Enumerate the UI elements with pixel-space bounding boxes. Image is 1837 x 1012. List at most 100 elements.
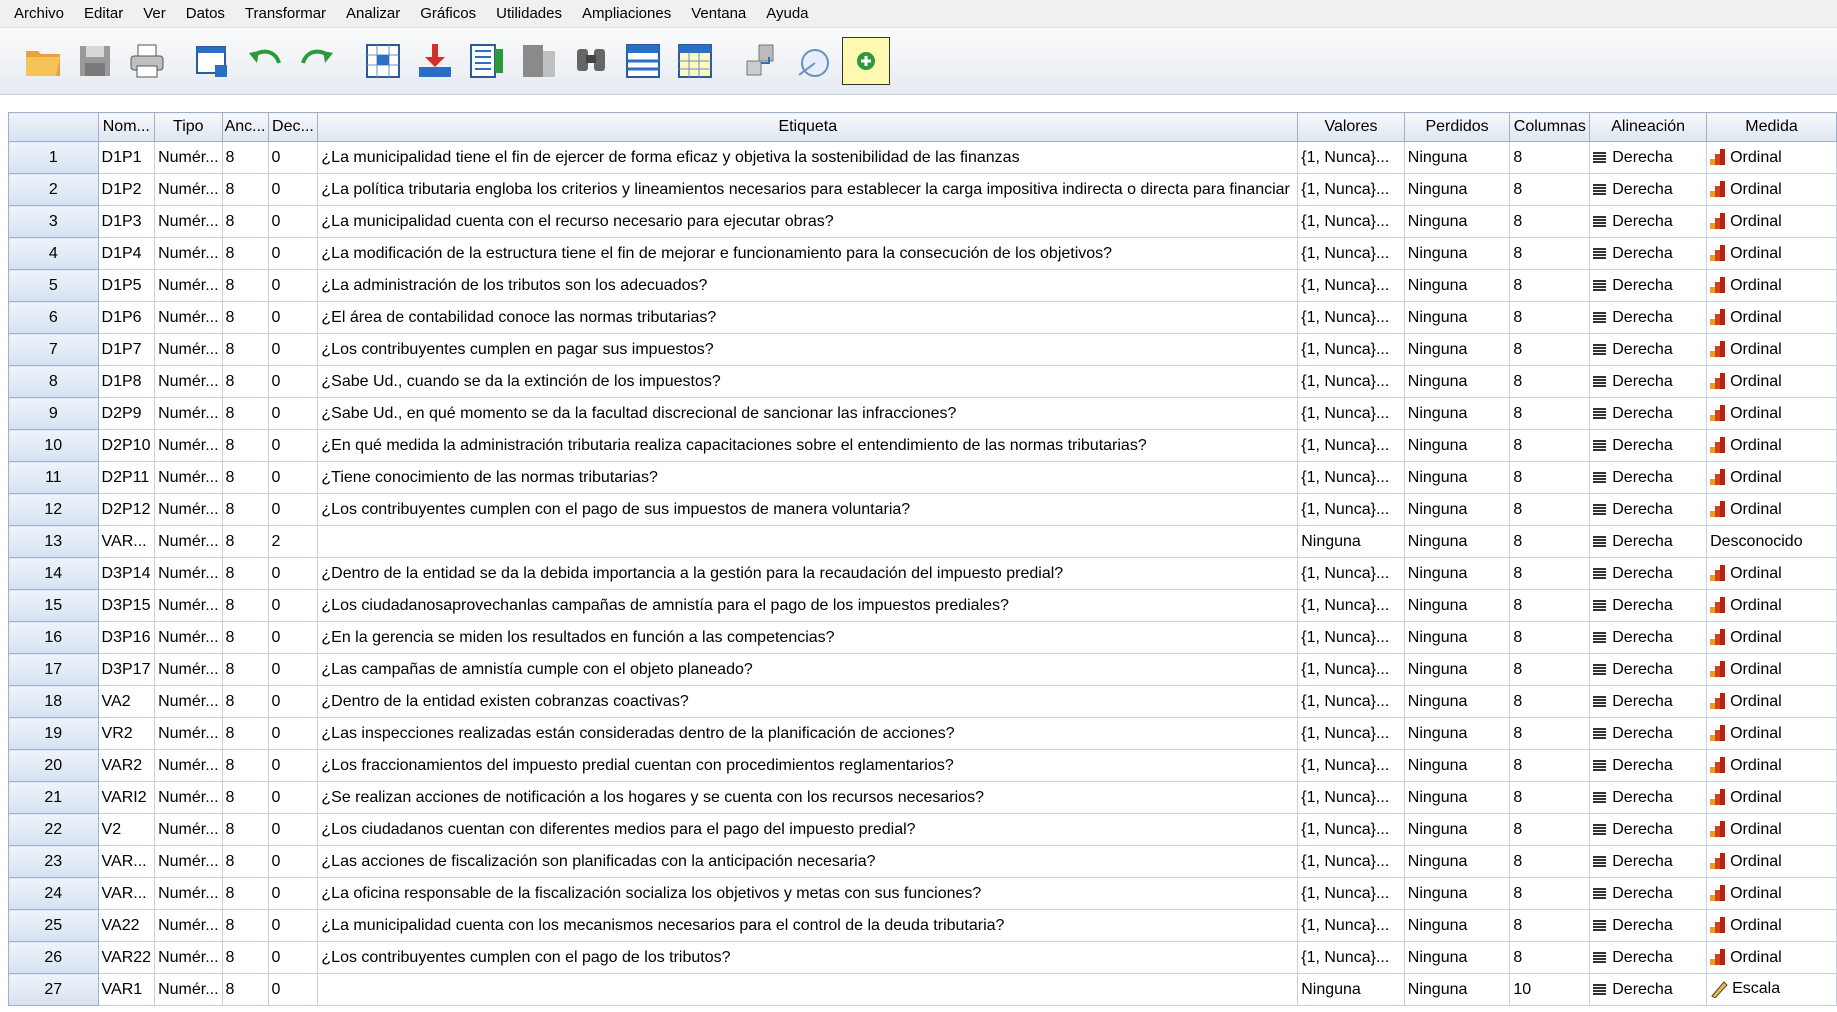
cell-missing[interactable]: Ninguna bbox=[1403, 525, 1511, 558]
split-file-icon[interactable] bbox=[738, 38, 784, 84]
cell-missing[interactable]: Ninguna bbox=[1403, 557, 1511, 590]
cell-name[interactable]: D3P17 bbox=[97, 653, 156, 686]
cell-missing[interactable]: Ninguna bbox=[1403, 205, 1511, 238]
cell-missing[interactable]: Ninguna bbox=[1403, 877, 1511, 910]
cell-name[interactable]: D1P1 bbox=[97, 141, 156, 174]
cell-values[interactable]: {1, Nunca}... bbox=[1297, 813, 1405, 846]
table-row[interactable]: 17 D3P17 Numér... 8 0 ¿Las campañas de amnist… bbox=[8, 653, 1837, 686]
cell-values[interactable]: {1, Nunca}... bbox=[1297, 173, 1405, 206]
column-header-1[interactable]: Nom... bbox=[97, 112, 156, 142]
cell-width[interactable]: 8 bbox=[221, 461, 269, 494]
cell-name[interactable]: VAR22 bbox=[97, 941, 156, 974]
cell-missing[interactable]: Ninguna bbox=[1403, 269, 1511, 302]
menu-ventana[interactable]: Ventana bbox=[681, 5, 756, 22]
menu-graficos[interactable]: Gráficos bbox=[410, 5, 486, 22]
cell-type[interactable]: Numér... bbox=[154, 397, 223, 430]
cell-values[interactable]: {1, Nunca}... bbox=[1297, 237, 1405, 270]
cell-missing[interactable]: Ninguna bbox=[1403, 237, 1511, 270]
cell-type[interactable]: Numér... bbox=[154, 653, 223, 686]
menu-datos[interactable]: Datos bbox=[176, 5, 235, 22]
cell-cols[interactable]: 8 bbox=[1509, 781, 1591, 814]
cell-missing[interactable]: Ninguna bbox=[1403, 493, 1511, 526]
row-number[interactable]: 4 bbox=[8, 237, 99, 270]
cell-measure[interactable]: Ordinal bbox=[1706, 685, 1837, 718]
cell-align[interactable]: Derecha bbox=[1589, 557, 1708, 590]
cell-type[interactable]: Numér... bbox=[154, 941, 223, 974]
cell-missing[interactable]: Ninguna bbox=[1403, 397, 1511, 430]
cell-align[interactable]: Derecha bbox=[1589, 685, 1708, 718]
cell-align[interactable]: Derecha bbox=[1589, 621, 1708, 654]
cell-align[interactable]: Derecha bbox=[1589, 365, 1708, 398]
cell-name[interactable]: D1P2 bbox=[97, 173, 156, 206]
cell-name[interactable]: D1P7 bbox=[97, 333, 156, 366]
cell-width[interactable]: 8 bbox=[221, 269, 269, 302]
cell-align[interactable]: Derecha bbox=[1589, 653, 1708, 686]
row-number[interactable]: 22 bbox=[8, 813, 99, 846]
goto-variable-icon[interactable] bbox=[412, 38, 458, 84]
cell-label[interactable]: ¿El área de contabilidad conoce las norm… bbox=[317, 301, 1299, 334]
table-row[interactable]: 10 D2P10 Numér... 8 0 ¿En qué medida la admin… bbox=[8, 429, 1837, 462]
row-number[interactable]: 3 bbox=[8, 205, 99, 238]
cell-values[interactable]: {1, Nunca}... bbox=[1297, 365, 1405, 398]
cell-measure[interactable]: Ordinal bbox=[1706, 717, 1837, 750]
cell-cols[interactable]: 8 bbox=[1509, 205, 1591, 238]
cell-measure[interactable]: Ordinal bbox=[1706, 141, 1837, 174]
table-row[interactable]: 3 D1P3 Numér... 8 0 ¿La municipalidad cuenta … bbox=[8, 205, 1837, 238]
cell-values[interactable]: {1, Nunca}... bbox=[1297, 877, 1405, 910]
undo-icon[interactable] bbox=[242, 38, 288, 84]
cell-values[interactable]: {1, Nunca}... bbox=[1297, 845, 1405, 878]
cell-align[interactable]: Derecha bbox=[1589, 269, 1708, 302]
cell-dec[interactable]: 0 bbox=[267, 429, 319, 462]
cell-cols[interactable]: 8 bbox=[1509, 269, 1591, 302]
table-row[interactable]: 27 VAR1 Numér... 8 0 Ninguna Ninguna 10 Derecha E… bbox=[8, 973, 1837, 1006]
cell-missing[interactable]: Ninguna bbox=[1403, 333, 1511, 366]
cell-align[interactable]: Derecha bbox=[1589, 429, 1708, 462]
cell-missing[interactable]: Ninguna bbox=[1403, 749, 1511, 782]
cell-width[interactable]: 8 bbox=[221, 877, 269, 910]
cell-values[interactable]: {1, Nunca}... bbox=[1297, 685, 1405, 718]
cell-cols[interactable]: 10 bbox=[1509, 973, 1591, 1006]
cell-type[interactable]: Numér... bbox=[154, 269, 223, 302]
column-header-0[interactable] bbox=[8, 112, 99, 142]
table-row[interactable]: 18 VA2 Numér... 8 0 ¿Dentro de la entidad exi… bbox=[8, 685, 1837, 718]
cell-cols[interactable]: 8 bbox=[1509, 429, 1591, 462]
column-header-9[interactable]: Alineación bbox=[1589, 112, 1708, 142]
cell-label[interactable]: ¿La municipalidad cuenta con el recurso … bbox=[317, 205, 1299, 238]
cell-name[interactable]: VAR1 bbox=[97, 973, 156, 1006]
cell-name[interactable]: D2P10 bbox=[97, 429, 156, 462]
table-row[interactable]: 13 VAR... Numér... 8 2 Ninguna Ninguna 8 Derecha… bbox=[8, 525, 1837, 558]
cell-dec[interactable]: 0 bbox=[267, 973, 319, 1006]
table-row[interactable]: 24 VAR... Numér... 8 0 ¿La oficina responsabl… bbox=[8, 877, 1837, 910]
cell-cols[interactable]: 8 bbox=[1509, 685, 1591, 718]
cell-align[interactable]: Derecha bbox=[1589, 493, 1708, 526]
row-number[interactable]: 19 bbox=[8, 717, 99, 750]
cell-type[interactable]: Numér... bbox=[154, 493, 223, 526]
print-icon[interactable] bbox=[124, 38, 170, 84]
cell-measure[interactable]: Ordinal bbox=[1706, 557, 1837, 590]
cell-label[interactable]: ¿Las inspecciones realizadas están consi… bbox=[317, 717, 1299, 750]
cell-cols[interactable]: 8 bbox=[1509, 845, 1591, 878]
cell-values[interactable]: {1, Nunca}... bbox=[1297, 749, 1405, 782]
row-number[interactable]: 2 bbox=[8, 173, 99, 206]
cell-type[interactable]: Numér... bbox=[154, 685, 223, 718]
cell-cols[interactable]: 8 bbox=[1509, 301, 1591, 334]
cell-missing[interactable]: Ninguna bbox=[1403, 589, 1511, 622]
cell-cols[interactable]: 8 bbox=[1509, 749, 1591, 782]
cell-label[interactable]: ¿Los ciudadanosaprovechanlas campañas de… bbox=[317, 589, 1299, 622]
cell-missing[interactable]: Ninguna bbox=[1403, 621, 1511, 654]
cell-measure[interactable]: Ordinal bbox=[1706, 941, 1837, 974]
cell-type[interactable]: Numér... bbox=[154, 365, 223, 398]
cell-measure[interactable]: Ordinal bbox=[1706, 461, 1837, 494]
row-number[interactable]: 25 bbox=[8, 909, 99, 942]
column-header-8[interactable]: Columnas bbox=[1509, 112, 1591, 142]
cell-align[interactable]: Derecha bbox=[1589, 877, 1708, 910]
cell-cols[interactable]: 8 bbox=[1509, 653, 1591, 686]
cell-width[interactable]: 8 bbox=[221, 653, 269, 686]
cell-dec[interactable]: 0 bbox=[267, 557, 319, 590]
cell-measure[interactable]: Ordinal bbox=[1706, 781, 1837, 814]
cell-dec[interactable]: 0 bbox=[267, 685, 319, 718]
cell-dec[interactable]: 2 bbox=[267, 525, 319, 558]
row-number[interactable]: 14 bbox=[8, 557, 99, 590]
cell-measure[interactable]: Escala bbox=[1706, 973, 1837, 1006]
row-number[interactable]: 13 bbox=[8, 525, 99, 558]
